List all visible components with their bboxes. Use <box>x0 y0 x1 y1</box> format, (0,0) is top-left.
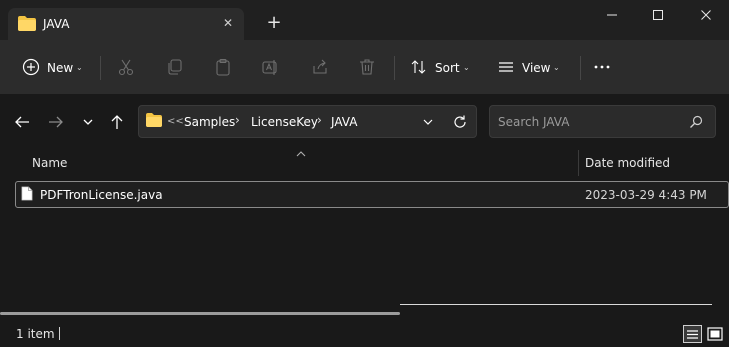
more-options-icon[interactable] <box>592 57 612 77</box>
folder-icon <box>146 113 162 130</box>
breadcrumb-item-java[interactable]: JAVA <box>331 115 357 129</box>
large-icons-view-icon[interactable] <box>705 325 724 343</box>
minimize-button[interactable] <box>589 3 635 27</box>
divider <box>400 304 712 305</box>
breadcrumb-item-samples[interactable]: Samples <box>184 115 235 129</box>
view-label: View <box>522 61 551 75</box>
close-window-button[interactable] <box>683 3 729 27</box>
breadcrumb-item-licensekey[interactable]: LicenseKey <box>251 115 318 129</box>
sort-icon <box>409 57 429 77</box>
breadcrumb-overflow[interactable]: << <box>167 116 184 127</box>
file-icon <box>21 186 33 204</box>
new-tab-button[interactable]: + <box>264 13 284 33</box>
folder-icon <box>18 16 36 34</box>
details-view-icon[interactable] <box>683 325 702 343</box>
copy-icon[interactable] <box>165 57 185 77</box>
new-label: New <box>47 61 74 75</box>
toolbar-divider <box>580 56 581 80</box>
search-icon[interactable] <box>686 112 706 132</box>
forward-arrow-icon[interactable] <box>46 112 66 132</box>
toolbar-divider <box>100 56 101 80</box>
recent-locations-icon[interactable] <box>78 112 98 132</box>
share-icon[interactable] <box>310 57 330 77</box>
search-input[interactable] <box>498 112 678 132</box>
chevron-down-icon: ⌄ <box>76 63 83 72</box>
maximize-button[interactable] <box>635 3 681 27</box>
refresh-icon[interactable] <box>450 112 470 132</box>
chevron-down-icon: ⌄ <box>463 63 470 72</box>
paste-icon[interactable] <box>213 57 233 77</box>
sort-ascending-icon <box>296 146 306 160</box>
status-item-count: 1 item <box>16 327 55 341</box>
delete-icon[interactable] <box>357 57 377 77</box>
breadcrumb-chevron-icon[interactable]: › <box>317 113 322 127</box>
column-header-date-modified[interactable]: Date modified <box>585 156 670 170</box>
sort-label: Sort <box>435 61 460 75</box>
file-name: PDFTronLicense.java <box>40 188 163 202</box>
breadcrumb-chevron-icon[interactable]: › <box>235 113 240 127</box>
tab-title: JAVA <box>43 17 70 31</box>
horizontal-scrollbar[interactable] <box>0 312 400 315</box>
close-tab-icon[interactable]: ✕ <box>218 13 238 33</box>
toolbar-divider <box>394 56 395 80</box>
column-header-name[interactable]: Name <box>32 156 67 170</box>
view-icon <box>496 57 516 77</box>
cut-icon[interactable] <box>116 57 136 77</box>
status-divider <box>59 327 60 340</box>
column-divider[interactable] <box>578 150 579 176</box>
back-arrow-icon[interactable] <box>12 112 32 132</box>
rename-icon[interactable] <box>260 57 280 77</box>
chevron-down-icon: ⌄ <box>553 63 560 72</box>
chevron-down-icon[interactable] <box>418 112 438 132</box>
file-date-modified: 2023-03-29 4:43 PM <box>585 188 707 202</box>
up-arrow-icon[interactable] <box>107 112 127 132</box>
add-circle-icon <box>21 57 41 77</box>
